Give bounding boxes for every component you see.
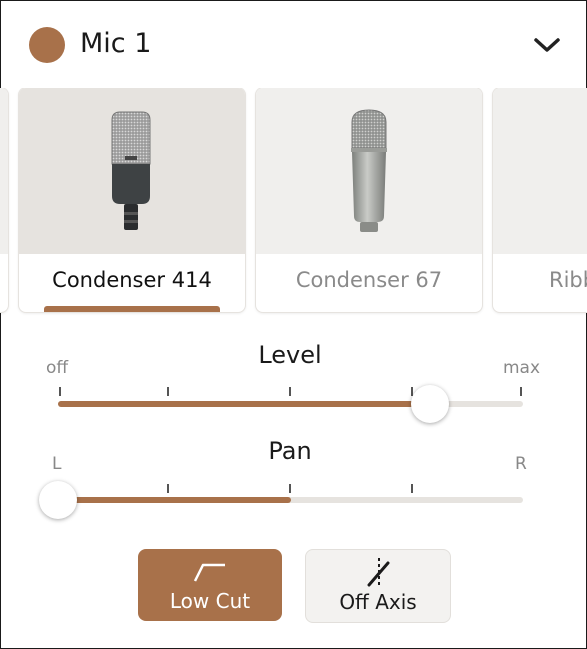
- low-cut-button[interactable]: Low Cut: [138, 549, 282, 621]
- condenser-414-mic-icon: [111, 111, 151, 230]
- mic-title: Mic 1: [80, 28, 152, 59]
- pan-tick: [289, 484, 291, 493]
- mic-header[interactable]: Mic 1: [0, 0, 587, 88]
- ribbon-image: [493, 88, 587, 254]
- level-min-label: off: [46, 358, 69, 378]
- selected-indicator: [44, 306, 220, 312]
- pan-left-label: L: [52, 454, 62, 474]
- level-tick: [289, 387, 291, 396]
- level-tick: [59, 387, 61, 396]
- off-axis-icon: [367, 558, 390, 587]
- mic-card-ribbon[interactable]: Ribbon: [493, 88, 587, 312]
- mic-card-condenser-67[interactable]: Condenser 67: [256, 88, 482, 312]
- pan-slider-thumb[interactable]: [39, 481, 77, 519]
- level-slider-fill: [58, 401, 430, 407]
- level-tick: [520, 387, 522, 396]
- pan-slider-track[interactable]: [58, 497, 523, 503]
- mic-card-label: Ribbon: [549, 268, 587, 292]
- off-axis-label: Off Axis: [339, 590, 417, 614]
- pan-slider-fill: [58, 497, 291, 503]
- level-slider-thumb[interactable]: [411, 385, 449, 423]
- pan-right-label: R: [515, 454, 527, 474]
- level-max-label: max: [503, 358, 541, 378]
- mic-card-previous[interactable]: [0, 88, 8, 312]
- mic-card-label: Condenser 67: [295, 268, 443, 292]
- mic-color-dot: [29, 27, 65, 63]
- low-cut-label: Low Cut: [169, 589, 251, 613]
- level-tick: [167, 387, 169, 396]
- condenser-67-mic-icon: [351, 109, 387, 232]
- level-title: Level: [258, 341, 322, 369]
- chevron-down-icon[interactable]: [532, 35, 562, 55]
- pan-tick: [167, 484, 169, 493]
- mic-image: [0, 88, 8, 254]
- off-axis-button[interactable]: Off Axis: [305, 549, 451, 623]
- mic-card-label: Condenser 414: [52, 268, 212, 292]
- pan-title: Pan: [268, 437, 312, 465]
- pan-tick: [411, 484, 413, 493]
- condenser-414-image: [19, 88, 245, 254]
- mic-carousel[interactable]: Condenser 414 Condenser 67 Rib: [0, 88, 587, 316]
- mic-card-condenser-414[interactable]: Condenser 414: [19, 88, 245, 312]
- low-cut-icon: [193, 563, 225, 582]
- level-slider-track[interactable]: [58, 401, 523, 407]
- condenser-67-image: [256, 88, 482, 254]
